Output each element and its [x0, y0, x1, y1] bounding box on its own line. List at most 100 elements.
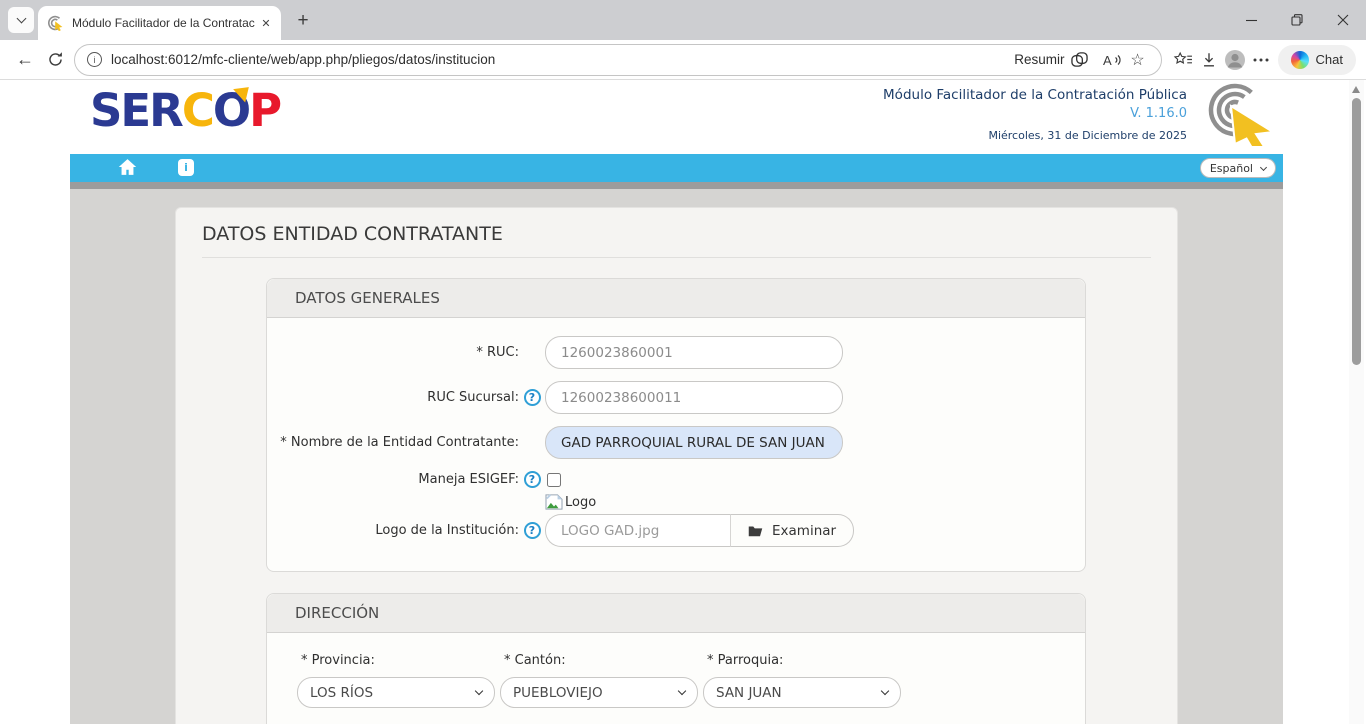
direccion-title: DIRECCIÓN	[267, 594, 1085, 633]
browser-chrome: Módulo Facilitador de la Contratac ✕ + ←	[0, 0, 1366, 80]
direccion-body: * Provincia: LOS RÍOS * Cantón: PUEBLOVI…	[267, 633, 1085, 724]
logo-file-group: Examinar	[545, 514, 854, 547]
address-bar[interactable]: i localhost:6012/mfc-cliente/web/app.php…	[74, 44, 1162, 76]
app-date: Miércoles, 31 de Diciembre de 2025	[883, 129, 1187, 142]
scrollbar-thumb[interactable]	[1352, 98, 1361, 365]
ruc-label: * RUC:	[267, 345, 519, 360]
downloads-icon[interactable]	[1196, 48, 1222, 72]
chat-label: Chat	[1316, 52, 1343, 67]
direccion-selects-row: * Provincia: LOS RÍOS * Cantón: PUEBLOVI…	[267, 651, 1085, 708]
nombre-row: * Nombre de la Entidad Contratante:	[267, 426, 1085, 459]
chevron-down-icon	[16, 14, 26, 24]
esigef-checkbox[interactable]	[547, 473, 561, 487]
mfc-arcs-logo	[1193, 82, 1281, 146]
canton-value: PUEBLOVIEJO	[513, 685, 603, 701]
canton-col: * Cantón: PUEBLOVIEJO	[500, 651, 698, 708]
close-window-button[interactable]	[1320, 0, 1366, 40]
profile-avatar[interactable]	[1222, 48, 1248, 72]
copilot-outline-icon	[1070, 51, 1089, 68]
minimize-button[interactable]	[1228, 0, 1274, 40]
examinar-button[interactable]: Examinar	[731, 514, 854, 547]
provincia-select[interactable]: LOS RÍOS	[297, 677, 495, 708]
language-select[interactable]: Español	[1200, 158, 1276, 178]
main-content: DATOS ENTIDAD CONTRATANTE DATOS GENERALE…	[70, 189, 1283, 724]
parroquia-col: * Parroquia: SAN JUAN	[703, 651, 901, 708]
scroll-up-arrow-icon[interactable]	[1352, 86, 1360, 93]
nombre-input[interactable]	[545, 426, 843, 459]
direccion-panel: DIRECCIÓN * Provincia: LOS RÍOS	[266, 593, 1086, 724]
browser-toolbar: ← i localhost:6012/mfc-cliente/web/app.p…	[0, 40, 1366, 80]
help-icon[interactable]: ?	[524, 471, 541, 488]
tab-strip: Módulo Facilitador de la Contratac ✕ +	[0, 0, 1366, 40]
page-scrollbar[interactable]	[1349, 80, 1364, 724]
ruc-sucursal-row: RUC Sucursal: ?	[267, 381, 1085, 414]
tab-title: Módulo Facilitador de la Contratac	[72, 16, 257, 30]
nombre-label: * Nombre de la Entidad Contratante:	[267, 435, 519, 450]
logo-row: Logo de la Institución: ? Examinar	[267, 514, 1085, 547]
favorites-bar-icon[interactable]	[1170, 48, 1196, 72]
esigef-row: Maneja ESIGEF: ?	[267, 471, 1085, 488]
esigef-label: Maneja ESIGEF:	[267, 472, 519, 487]
tab-close-icon[interactable]: ✕	[257, 14, 275, 32]
chat-button[interactable]: Chat	[1278, 45, 1356, 75]
favorite-star-icon[interactable]: ☆	[1125, 48, 1151, 72]
ruc-input[interactable]	[545, 336, 843, 369]
ruc-row: * RUC:	[267, 336, 1085, 369]
more-menu-icon[interactable]	[1248, 48, 1274, 72]
active-tab[interactable]: Módulo Facilitador de la Contratac ✕	[38, 6, 281, 40]
svg-text:A: A	[1103, 53, 1112, 68]
datos-generales-panel: DATOS GENERALES * RUC: RUC Sucursal: ?	[266, 278, 1086, 572]
nav-shadow-strip	[70, 182, 1283, 189]
home-icon[interactable]	[118, 158, 137, 176]
provincia-value: LOS RÍOS	[310, 685, 373, 701]
site-container: SERCOP Módulo Facilitador de la Contrata…	[70, 80, 1283, 724]
broken-image-icon	[545, 494, 563, 510]
logo-alt-text: Logo	[565, 495, 596, 510]
examinar-label: Examinar	[772, 523, 836, 539]
help-icon[interactable]: ?	[524, 389, 541, 406]
sercop-logo-c: C	[182, 84, 213, 137]
refresh-button[interactable]	[40, 45, 70, 75]
back-button[interactable]: ←	[10, 45, 40, 75]
window-controls	[1228, 0, 1366, 40]
read-aloud-icon[interactable]: A	[1099, 48, 1125, 72]
site-info-icon[interactable]: i	[87, 52, 102, 67]
logo-filename-input[interactable]	[545, 514, 731, 547]
ruc-sucursal-label: RUC Sucursal:	[267, 390, 519, 405]
chevron-down-icon	[678, 687, 686, 695]
web-page: SERCOP Módulo Facilitador de la Contrata…	[0, 80, 1366, 724]
help-icon[interactable]: ?	[524, 522, 541, 539]
app-version: V. 1.16.0	[883, 106, 1187, 121]
provincia-col: * Provincia: LOS RÍOS	[297, 651, 495, 708]
app-header-text: Módulo Facilitador de la Contratación Pú…	[883, 87, 1187, 142]
folder-icon	[748, 525, 763, 537]
info-icon[interactable]: i	[178, 159, 194, 176]
chevron-down-icon	[1260, 163, 1267, 170]
provincia-label: * Provincia:	[301, 653, 495, 668]
tab-list-button[interactable]	[8, 7, 34, 33]
main-navbar: i Español	[70, 154, 1283, 182]
ruc-sucursal-input[interactable]	[545, 381, 843, 414]
language-value: Español	[1210, 162, 1253, 175]
datos-generales-title: DATOS GENERALES	[267, 279, 1085, 318]
restore-button[interactable]	[1274, 0, 1320, 40]
page-title: DATOS ENTIDAD CONTRATANTE	[202, 223, 1151, 245]
resumir-button[interactable]: Resumir	[1014, 51, 1088, 68]
canton-select[interactable]: PUEBLOVIEJO	[500, 677, 698, 708]
datos-generales-body: * RUC: RUC Sucursal: ? * Nombre de la En…	[267, 318, 1085, 571]
sercop-logo-o: O	[213, 84, 249, 137]
sercop-logo: SERCOP	[90, 84, 280, 137]
title-divider	[202, 257, 1151, 258]
sercop-logo-ser: SER	[90, 84, 182, 137]
chevron-down-icon	[475, 687, 483, 695]
new-tab-button[interactable]: +	[289, 7, 317, 35]
resumir-label: Resumir	[1014, 52, 1064, 67]
parroquia-label: * Parroquia:	[707, 653, 901, 668]
parroquia-value: SAN JUAN	[716, 685, 782, 701]
site-header: SERCOP Módulo Facilitador de la Contrata…	[70, 80, 1283, 154]
entidad-card: DATOS ENTIDAD CONTRATANTE DATOS GENERALE…	[175, 207, 1178, 724]
tab-favicon-icon	[48, 15, 64, 31]
parroquia-select[interactable]: SAN JUAN	[703, 677, 901, 708]
url-text[interactable]: localhost:6012/mfc-cliente/web/app.php/p…	[111, 52, 1014, 67]
canton-label: * Cantón:	[504, 653, 698, 668]
